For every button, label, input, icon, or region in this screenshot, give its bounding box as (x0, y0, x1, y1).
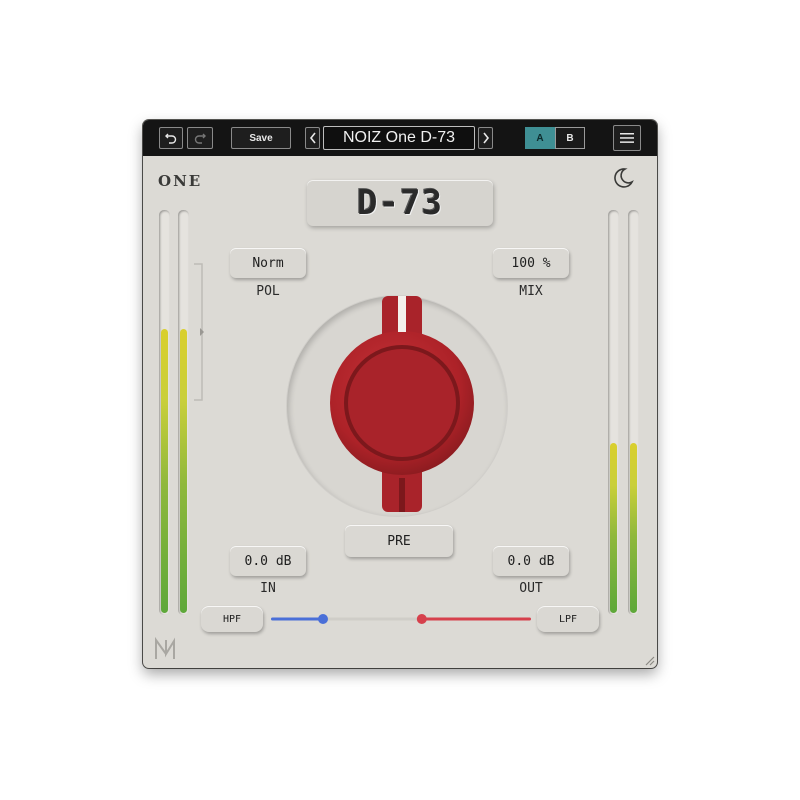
ab-button-a[interactable]: A (525, 127, 555, 149)
save-button[interactable]: Save (231, 127, 291, 149)
undo-button[interactable] (159, 127, 183, 149)
output-meter-right-fill (630, 442, 637, 613)
hpf-handle[interactable] (318, 614, 328, 624)
output-meter-right (628, 210, 639, 615)
lpf-handle[interactable] (416, 614, 427, 624)
chevron-left-icon (309, 132, 316, 144)
preset-name-display[interactable]: NOIZ One D-73 (323, 126, 475, 150)
plugin-window: Save NOIZ One D-73 A B ONE D-73 Norm POL… (143, 120, 657, 668)
hpf-range (271, 617, 323, 621)
filter-slider[interactable] (271, 610, 531, 628)
noiz-logo-icon (155, 636, 175, 659)
pre-button[interactable]: PRE (345, 525, 453, 557)
series-label: ONE (158, 172, 203, 190)
undo-icon (165, 133, 177, 144)
input-meter-left-fill (161, 329, 168, 613)
plugin-title: D-73 (357, 183, 443, 223)
in-value-display[interactable]: 0.0 dB (230, 546, 306, 576)
hamburger-menu-icon (620, 133, 634, 143)
meter-bracket (194, 263, 204, 401)
pol-value-display[interactable]: Norm (230, 248, 306, 278)
input-meter-right-fill (180, 329, 187, 613)
mix-label: MIX (519, 284, 543, 299)
knob-indicator (398, 296, 406, 332)
prev-preset-button[interactable] (305, 127, 320, 149)
plugin-title-plate: D-73 (307, 180, 493, 226)
resize-handle-icon[interactable] (643, 654, 655, 666)
moon-icon[interactable] (611, 166, 635, 190)
output-meter-left (608, 210, 619, 615)
drive-knob[interactable] (317, 288, 487, 518)
lpf-button[interactable]: LPF (537, 606, 599, 632)
next-preset-button[interactable] (478, 127, 493, 149)
mix-value-display[interactable]: 100 % (493, 248, 569, 278)
input-meter-left (159, 210, 170, 615)
ab-button-b[interactable]: B (555, 127, 585, 149)
input-meter-right (178, 210, 189, 615)
toolbar: Save NOIZ One D-73 A B (143, 120, 657, 156)
redo-icon (194, 133, 206, 144)
pol-label: POL (256, 284, 280, 299)
output-meter-left-fill (610, 442, 617, 613)
lpf-range (421, 617, 531, 621)
out-label: OUT (519, 581, 543, 596)
redo-button[interactable] (187, 127, 213, 149)
hpf-button[interactable]: HPF (201, 606, 263, 632)
out-value-display[interactable]: 0.0 dB (493, 546, 569, 576)
in-label: IN (260, 581, 276, 596)
chevron-right-icon (482, 132, 489, 144)
menu-button[interactable] (613, 125, 641, 151)
